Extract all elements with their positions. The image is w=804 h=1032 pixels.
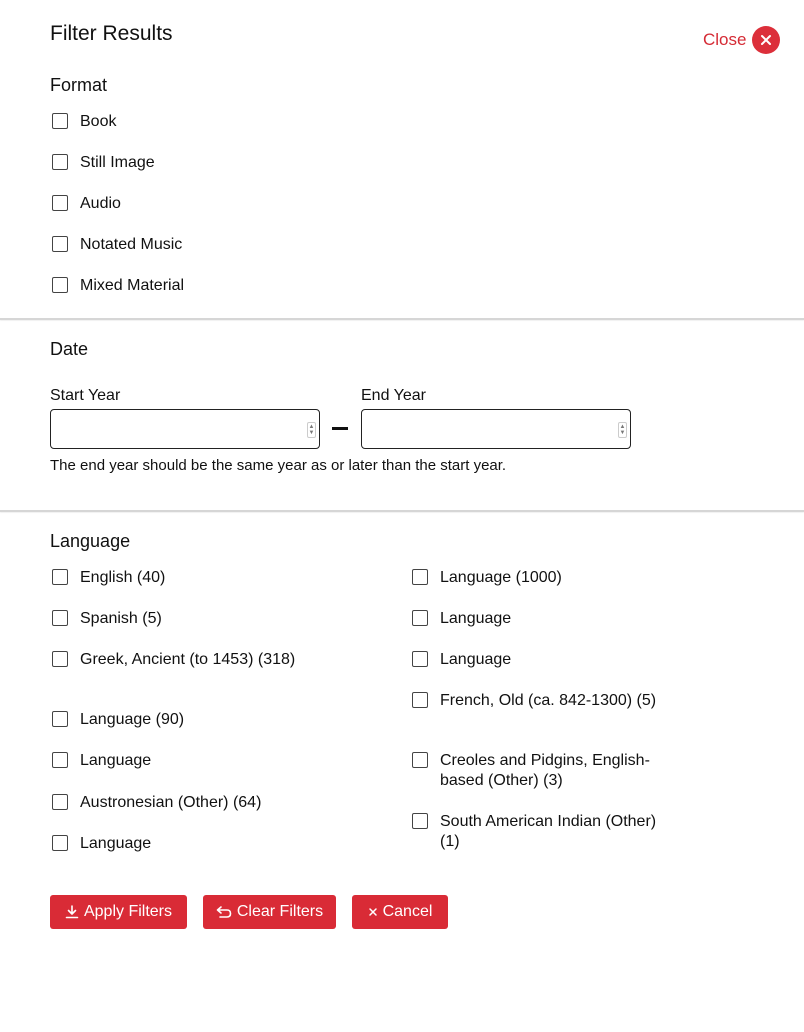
format-option-label: Mixed Material — [80, 277, 185, 294]
checkbox[interactable] — [52, 794, 68, 810]
language-option-label: Spanish (5) — [80, 610, 162, 627]
checkbox[interactable] — [52, 236, 68, 252]
date-helper-text: The end year should be the same year as … — [50, 457, 507, 474]
download-icon — [65, 905, 79, 919]
language-option[interactable]: Language — [52, 834, 302, 854]
format-option-label: Audio — [80, 195, 121, 212]
cancel-label: Cancel — [382, 903, 433, 920]
checkbox[interactable] — [412, 692, 428, 708]
end-year-input[interactable]: ▲ ▼ — [361, 409, 631, 449]
checkbox[interactable] — [52, 195, 68, 211]
checkbox[interactable] — [52, 113, 68, 129]
format-option-notated-music[interactable]: Notated Music — [52, 235, 182, 255]
undo-icon — [216, 905, 232, 919]
range-dash — [332, 427, 348, 430]
language-option-label: Greek, Ancient (to 1453) (318) — [80, 651, 296, 668]
number-spinner[interactable]: ▲ ▼ — [307, 422, 316, 438]
language-heading: Language — [50, 531, 131, 551]
language-option[interactable]: French, Old (ca. 842-1300) (5) — [412, 691, 662, 711]
checkbox[interactable] — [412, 752, 428, 768]
checkbox[interactable] — [412, 610, 428, 626]
checkbox[interactable] — [52, 569, 68, 585]
close-icon — [368, 907, 378, 917]
checkbox[interactable] — [52, 752, 68, 768]
close-button[interactable]: Close — [703, 26, 781, 54]
page-title: Filter Results — [50, 22, 173, 45]
format-option-label: Book — [80, 113, 117, 130]
language-option[interactable]: Language (90) — [52, 710, 302, 730]
section-divider — [0, 510, 804, 512]
language-option[interactable]: Language (1000) — [412, 568, 662, 588]
apply-filters-label: Apply Filters — [83, 903, 173, 920]
checkbox[interactable] — [52, 835, 68, 851]
format-heading: Format — [50, 75, 108, 95]
clear-filters-label: Clear Filters — [236, 903, 324, 920]
language-option[interactable]: Language — [52, 751, 302, 771]
number-spinner[interactable]: ▲ ▼ — [618, 422, 627, 438]
checkbox[interactable] — [412, 651, 428, 667]
language-option-label: English (40) — [80, 569, 166, 586]
start-year-label: Start Year — [50, 387, 121, 404]
close-label: Close — [703, 30, 747, 49]
language-option[interactable]: Spanish (5) — [52, 609, 302, 629]
language-option-label: Language — [80, 752, 152, 769]
start-year-input[interactable]: ▲ ▼ — [50, 409, 320, 449]
language-option-label: French, Old (ca. 842-1300) (5) — [440, 692, 657, 709]
date-heading: Date — [50, 339, 89, 359]
cancel-button[interactable]: Cancel — [352, 895, 448, 929]
format-option-still-image[interactable]: Still Image — [52, 153, 155, 173]
apply-filters-button[interactable]: Apply Filters — [50, 895, 187, 929]
language-option-label: South American Indian (Other) (1) — [440, 813, 657, 850]
checkbox[interactable] — [412, 813, 428, 829]
language-option[interactable]: Language — [412, 650, 662, 670]
clear-filters-button[interactable]: Clear Filters — [203, 895, 336, 929]
checkbox[interactable] — [412, 569, 428, 585]
end-year-label: End Year — [361, 387, 426, 404]
checkbox[interactable] — [52, 651, 68, 667]
language-option-label: Language — [440, 651, 512, 668]
checkbox[interactable] — [52, 711, 68, 727]
language-option-label: Language (90) — [80, 711, 185, 728]
format-option-label: Still Image — [80, 154, 155, 171]
language-option[interactable]: Creoles and Pidgins, English-based (Othe… — [412, 751, 662, 790]
close-icon[interactable] — [752, 26, 781, 54]
checkbox[interactable] — [52, 277, 68, 293]
format-option-label: Notated Music — [80, 236, 183, 253]
format-option-mixed-material[interactable]: Mixed Material — [52, 276, 184, 296]
language-option-label: Creoles and Pidgins, English-based (Othe… — [440, 752, 650, 789]
checkbox[interactable] — [52, 610, 68, 626]
language-option-label: Language (1000) — [440, 569, 562, 586]
language-option-label: Language — [440, 610, 512, 627]
section-divider — [0, 318, 804, 320]
language-option-label: Language — [80, 835, 152, 852]
language-option[interactable]: English (40) — [52, 568, 302, 588]
language-option[interactable]: Austronesian (Other) (64) — [52, 793, 302, 813]
language-option[interactable]: Language — [412, 609, 662, 629]
language-option[interactable]: South American Indian (Other) (1) — [412, 812, 662, 851]
language-option-label: Austronesian (Other) (64) — [80, 794, 262, 811]
format-option-audio[interactable]: Audio — [52, 194, 121, 214]
language-option[interactable]: Greek, Ancient (to 1453) (318) — [52, 650, 302, 670]
spinner-down-icon[interactable]: ▼ — [309, 430, 315, 436]
checkbox[interactable] — [52, 154, 68, 170]
format-option-book[interactable]: Book — [52, 112, 116, 132]
spinner-down-icon[interactable]: ▼ — [620, 430, 626, 436]
